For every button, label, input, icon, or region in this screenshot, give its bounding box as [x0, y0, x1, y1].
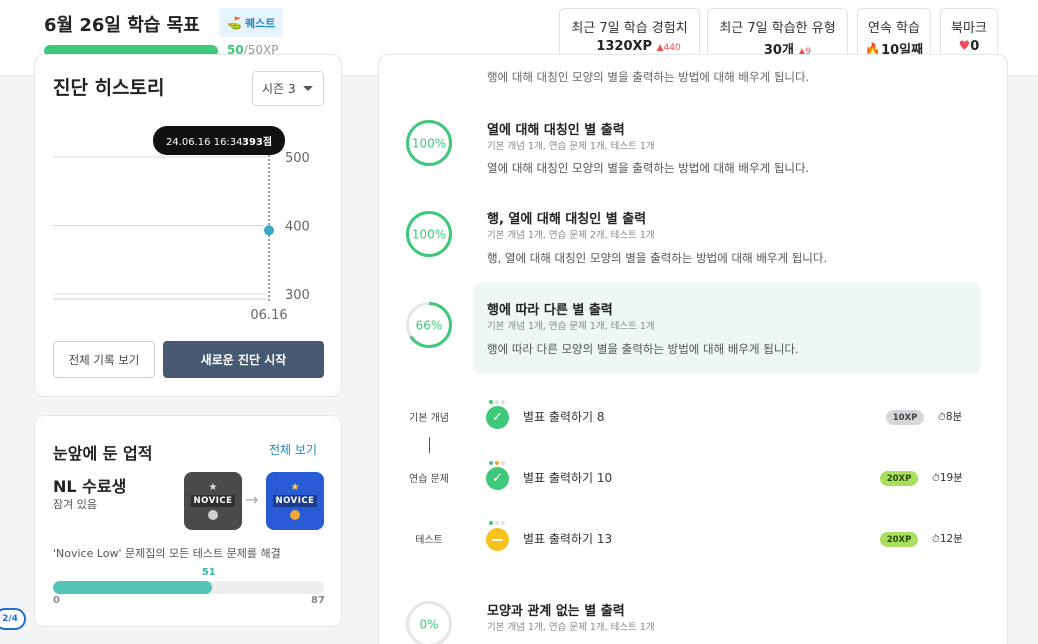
lesson-description: 행, 열에 대해 대칭인 모양의 별을 출력하는 방법에 대해 배우게 됩니다. [487, 251, 828, 265]
achievement-title: 눈앞에 둔 업적 [53, 444, 153, 463]
achievement-progress-bar [53, 581, 324, 594]
diagnosis-chart: 500 400 300 06.16 24.06.16 16:34 393점 [53, 126, 310, 323]
xp-badge: 20XP [880, 532, 918, 547]
stat-value: ♥0 [958, 39, 980, 54]
lesson-description: 행에 따라 다른 모양의 별을 출력하는 방법에 대해 배우게 됩니다. [487, 342, 799, 356]
quest-button[interactable]: ⛳ 퀘스트 [219, 8, 284, 37]
arrow-right-icon: → [245, 490, 259, 509]
in-progress-icon [486, 528, 509, 551]
step-row[interactable]: 기본 개념 ✓ 별표 출력하기 8 10XP ⏱8분 [379, 397, 1007, 437]
view-all-history-button[interactable]: 전체 기록 보기 [53, 341, 155, 378]
novice-badge-unlocked: ★ NOVICE [266, 472, 324, 530]
step-row[interactable]: 테스트 별표 출력하기 13 20XP ⏱12분 [379, 519, 1007, 559]
step-type: 연습 문제 [409, 474, 449, 485]
lesson-meta: 기본 개념 1개, 연습 문제 1개, 테스트 1개 [487, 141, 655, 152]
tooltip-date: 24.06.16 16:34 [166, 137, 243, 148]
tooltip-score: 393점 [242, 136, 272, 148]
lesson-meta: 기본 개념 1개, 연습 문제 1개, 테스트 1개 [487, 321, 655, 332]
stat-label: 최근 7일 학습 경험치 [571, 21, 688, 36]
step-row[interactable]: 연습 문제 ✓ 별표 출력하기 10 20XP ⏱19분 [379, 458, 1007, 498]
step-name: 별표 출력하기 8 [523, 410, 605, 424]
badge-text: NOVICE [272, 494, 318, 507]
check-icon: ✓ [486, 406, 509, 429]
lesson-meta: 기본 개념 1개, 연습 문제 2개, 테스트 1개 [487, 230, 655, 241]
stat-value: 1320XP ▲440 [596, 39, 681, 54]
difficulty-dots [489, 461, 505, 465]
lesson-title: 행에 따라 다른 별 출력 [487, 303, 613, 318]
y-tick-label: 500 [285, 151, 310, 166]
medal-icon [208, 509, 218, 520]
achievement-max: 87 [311, 595, 325, 606]
heart-icon: ♥ [958, 39, 971, 54]
achievement-description: 'Novice Low' 문제집의 모든 테스트 문제를 해결 [53, 547, 281, 560]
achievement-progress-fill [53, 581, 212, 594]
timer-icon: ⏱ [932, 534, 940, 545]
step-name: 별표 출력하기 10 [523, 471, 613, 485]
flag-icon: ⛳ [227, 15, 242, 30]
lesson-title: 모양과 관계 없는 별 출력 [487, 604, 625, 619]
lesson-meta: 기본 개념 1개, 연습 문제 1개, 테스트 1개 [487, 622, 655, 633]
stat-label: 북마크 [951, 21, 987, 36]
stat-label: 연속 학습 [868, 21, 920, 36]
svg-text:100%: 100% [412, 228, 446, 242]
step-time: ⏱12분 [932, 533, 963, 545]
step-type: 기본 개념 [409, 413, 449, 424]
achievement-panel: 눈앞에 둔 업적 전체 보기 NL 수료생 잠겨 있음 ★ NOVICE → ★… [34, 415, 342, 627]
x-tick-label: 06.16 [250, 308, 287, 323]
progress-ring: 0% [406, 601, 452, 644]
badge-text: NOVICE [190, 494, 236, 507]
medal-icon [290, 509, 300, 520]
achievement-current-value: 51 [201, 567, 216, 578]
step-time: ⏱8분 [938, 411, 963, 423]
progress-ring: 100% [406, 211, 452, 257]
stat-delta: ▲440 [656, 43, 681, 53]
difficulty-dots [489, 400, 505, 404]
star-icon: ★ [290, 481, 300, 493]
achievement-min: 0 [53, 595, 60, 606]
star-icon: ★ [208, 481, 218, 493]
svg-text:0%: 0% [419, 618, 438, 632]
view-all-achievements-link[interactable]: 전체 보기 [269, 441, 317, 458]
lesson-list-panel: 행에 대해 대칭인 모양의 별을 출력하는 방법에 대해 배우게 됩니다. 10… [378, 54, 1008, 644]
lesson-description: 열에 대해 대칭인 모양의 별을 출력하는 방법에 대해 배우게 됩니다. [487, 161, 810, 175]
data-point [264, 225, 274, 236]
step-type: 테스트 [415, 535, 443, 546]
svg-text:66%: 66% [416, 319, 443, 333]
goal-title: 6월 26일 학습 목표 [44, 15, 200, 36]
step-time: ⏱19분 [932, 472, 963, 484]
difficulty-dots [489, 521, 505, 525]
novice-badge-locked: ★ NOVICE [184, 472, 242, 530]
quest-label: 퀘스트 [244, 16, 276, 30]
lesson-description-partial: 행에 대해 대칭인 모양의 별을 출력하는 방법에 대해 배우게 됩니다. [487, 70, 810, 84]
achievement-status: 잠겨 있음 [53, 498, 97, 511]
timer-icon: ⏱ [938, 412, 946, 423]
timer-icon: ⏱ [932, 473, 940, 484]
xp-badge: 20XP [880, 471, 918, 486]
y-tick-label: 300 [285, 288, 310, 303]
progress-ring: 100% [406, 120, 452, 166]
y-tick-label: 400 [285, 220, 310, 235]
lesson-title: 열에 대해 대칭인 별 출력 [487, 123, 625, 138]
check-icon: ✓ [486, 467, 509, 490]
svg-text:100%: 100% [412, 137, 446, 151]
step-name: 별표 출력하기 13 [523, 532, 613, 546]
stat-label: 최근 7일 학습한 유형 [719, 21, 836, 36]
achievement-name: NL 수료생 [53, 477, 127, 496]
diagnosis-history-panel: 진단 히스토리 시즌 3 500 400 300 06.16 24.06.16 16:3… [34, 54, 342, 397]
page-indicator[interactable]: 2/4 [0, 608, 26, 630]
progress-ring: 66% [406, 302, 452, 348]
step-connector [429, 437, 430, 453]
start-new-diagnosis-button[interactable]: 새로운 진단 시작 [163, 341, 324, 378]
lesson-title: 행, 열에 대해 대칭인 별 출력 [487, 212, 647, 227]
xp-badge: 10XP [886, 410, 924, 425]
